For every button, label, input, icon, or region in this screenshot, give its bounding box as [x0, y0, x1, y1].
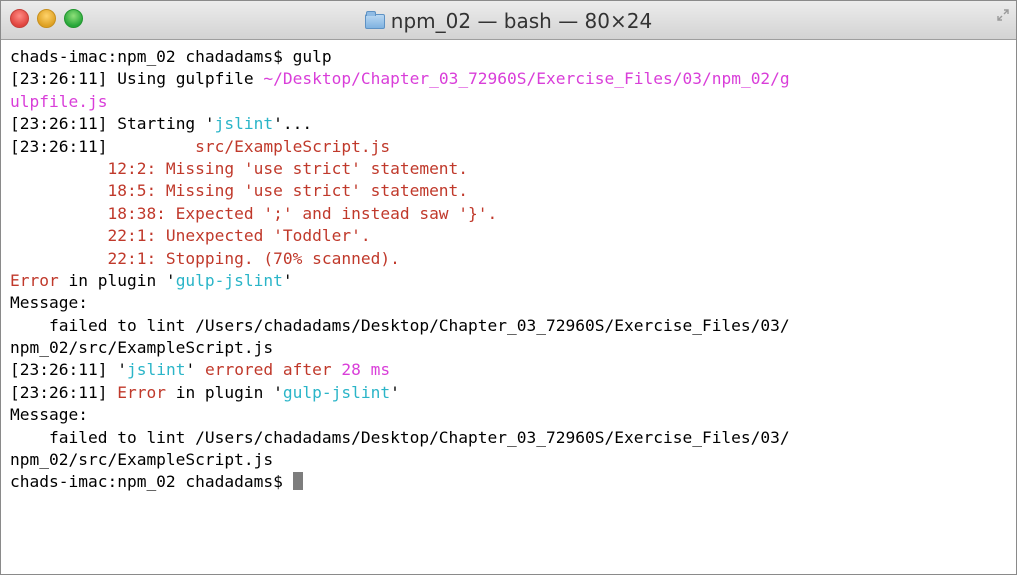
task-name: jslint [126, 360, 186, 380]
folder-icon [364, 11, 385, 29]
errored-label: errored after [204, 360, 332, 380]
terminal-line: failed to lint /Users/chadadams/Desktop/… [10, 427, 790, 447]
terminal-line: chads-imac:npm_02 chadadams$ gulp [10, 46, 1016, 68]
shell-prompt: chads-imac:npm_02 chadadams$ [10, 47, 293, 66]
timestamp: [23:26:11] [10, 382, 108, 402]
log-text: Starting ' [107, 114, 215, 134]
terminal-line: Message: [10, 405, 88, 425]
duration: 28 ms [341, 360, 391, 380]
timestamp: [23:26:11] [10, 114, 108, 134]
timestamp: [23:26:11] [10, 360, 108, 380]
log-text: ' [282, 270, 293, 290]
lint-error-line: 12:2: Missing 'use strict' statement. [10, 158, 469, 178]
lint-error-line: 22:1: Unexpected 'Toddler'. [10, 226, 371, 246]
terminal-output[interactable]: chads-imac:npm_02 chadadams$ gulp [23:26:… [1, 40, 1016, 494]
log-text: in plugin ' [58, 270, 176, 290]
log-text: ' [390, 382, 400, 402]
log-text: Using gulpfile [107, 69, 264, 89]
gulpfile-path-continued: ulpfile.js [10, 91, 108, 111]
terminal-line: Error in plugin 'gulp-jslint' [10, 270, 1016, 292]
lint-error-line: 18:38: Expected ';' and instead saw '}'. [10, 203, 498, 223]
window-title: npm_02 — bash — 80×24 [1, 10, 1016, 32]
lint-file-name: src/ExampleScript.js [107, 136, 391, 156]
title-bar[interactable]: npm_02 — bash — 80×24 [1, 1, 1016, 40]
window-title-text: npm_02 — bash — 80×24 [390, 9, 653, 33]
lint-error-line: 22:1: Stopping. (70% scanned). [10, 248, 400, 268]
timestamp: [23:26:11] [10, 69, 108, 89]
terminal-window: npm_02 — bash — 80×24 chads-imac:npm_02 … [0, 0, 1017, 575]
plugin-name: gulp-jslint [175, 270, 283, 290]
terminal-line: chads-imac:npm_02 chadadams$ [10, 471, 1016, 493]
plugin-name: gulp-jslint [282, 382, 391, 402]
timestamp: [23:26:11] [10, 136, 108, 156]
text-cursor [292, 472, 303, 491]
error-label: Error [10, 270, 59, 290]
terminal-line: ulpfile.js [10, 91, 1016, 113]
fullscreen-icon[interactable] [996, 8, 1010, 22]
log-text: ' [107, 360, 127, 380]
command-text: gulp [292, 47, 332, 66]
terminal-line: npm_02/src/ExampleScript.js [10, 450, 274, 470]
terminal-line: [23:26:11] Using gulpfile ~/Desktop/Chap… [10, 68, 1016, 90]
terminal-line: [23:26:11] Error in plugin 'gulp-jslint' [10, 382, 1016, 404]
terminal-line: Message: [10, 293, 88, 313]
terminal-line: [23:26:11] Starting 'jslint'... [10, 113, 1016, 135]
shell-prompt: chads-imac:npm_02 chadadams$ [10, 472, 293, 492]
log-text: '... [273, 114, 313, 134]
terminal-line: failed to lint /Users/chadadams/Desktop/… [10, 315, 790, 335]
error-label: Error [117, 382, 166, 402]
terminal-line: [23:26:11] 'jslint' errored after 28 ms [10, 359, 1016, 381]
log-text: in plugin ' [165, 382, 283, 402]
terminal-line: [23:26:11] src/ExampleScript.js [10, 136, 1016, 158]
log-text: ' [185, 360, 205, 380]
task-name: jslint [214, 114, 274, 134]
gulpfile-path: ~/Desktop/Chapter_03_72960S/Exercise_Fil… [263, 69, 790, 89]
lint-error-line: 18:5: Missing 'use strict' statement. [10, 181, 469, 201]
terminal-line: npm_02/src/ExampleScript.js [10, 338, 274, 358]
